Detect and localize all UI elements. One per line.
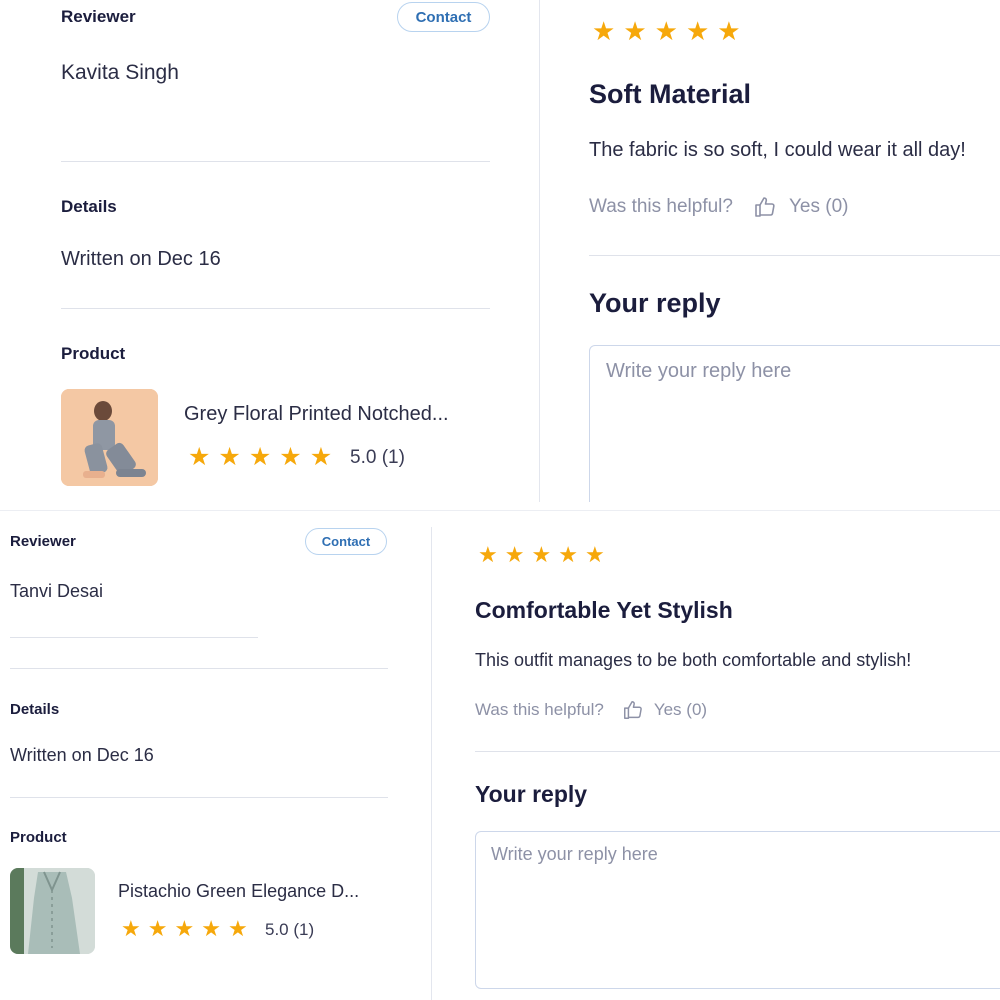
review-body: The fabric is so soft, I could wear it a…	[589, 139, 966, 161]
reviewer-name: Kavita Singh	[61, 61, 179, 84]
product-thumbnail[interactable]	[61, 389, 158, 486]
review-panel: Reviewer Contact Tanvi Desai Details Wri…	[0, 510, 1000, 1000]
divider	[10, 668, 388, 669]
product-image-icon	[10, 868, 95, 954]
helpful-yes-count: Yes (0)	[653, 700, 708, 719]
product-rating-stars: ★ ★ ★ ★ ★	[188, 445, 332, 470]
details-label: Details	[61, 197, 117, 216]
star-icon: ★	[121, 916, 141, 941]
product-rating-stars: ★ ★ ★ ★ ★	[121, 918, 248, 940]
reply-heading: Your reply	[589, 288, 721, 318]
star-icon: ★	[717, 16, 741, 46]
star-icon: ★	[584, 542, 605, 567]
contact-button[interactable]: Contact	[305, 528, 387, 555]
thumbs-up-icon	[753, 195, 777, 219]
star-icon: ★	[188, 443, 211, 471]
star-icon: ★	[504, 542, 525, 567]
divider	[61, 161, 490, 162]
product-rating-text: 5.0 (1)	[350, 447, 405, 468]
star-icon: ★	[174, 916, 195, 941]
product-name[interactable]: Grey Floral Printed Notched...	[184, 403, 494, 426]
product-image-icon	[61, 389, 158, 486]
written-date: Written on Dec 16	[61, 248, 221, 270]
star-icon: ★	[623, 16, 647, 46]
reply-textarea[interactable]: Write your reply here	[589, 345, 1000, 502]
helpful-label: Was this helpful?	[589, 196, 733, 217]
product-label: Product	[10, 829, 67, 846]
product-thumbnail[interactable]	[10, 868, 95, 954]
column-divider	[539, 0, 540, 502]
divider	[61, 308, 490, 309]
star-icon: ★	[592, 16, 616, 46]
helpful-yes-button[interactable]: Yes (0)	[753, 195, 849, 219]
divider	[10, 797, 388, 798]
star-icon: ★	[654, 16, 678, 46]
reply-textarea[interactable]: Write your reply here	[475, 831, 1000, 989]
star-icon: ★	[279, 443, 302, 471]
star-icon: ★	[478, 542, 498, 567]
helpful-row: Was this helpful? Yes (0)	[475, 699, 707, 721]
reply-heading: Your reply	[475, 781, 588, 807]
reviewer-label: Reviewer	[10, 533, 76, 550]
helpful-row: Was this helpful? Yes (0)	[589, 195, 848, 219]
column-divider	[431, 527, 432, 1000]
thumbs-up-icon	[622, 699, 644, 721]
details-label: Details	[10, 701, 60, 718]
divider	[10, 637, 258, 638]
review-rating-stars: ★ ★ ★ ★ ★	[592, 18, 741, 44]
reviewer-label: Reviewer	[61, 7, 136, 26]
star-icon: ★	[147, 916, 168, 941]
review-title: Soft Material	[589, 79, 752, 109]
star-icon: ★	[309, 443, 333, 471]
star-icon: ★	[685, 16, 710, 46]
review-panel: Reviewer Contact Kavita Singh Details Wr…	[0, 0, 1000, 502]
star-icon: ★	[248, 443, 272, 471]
star-icon: ★	[558, 542, 578, 567]
reviewer-name: Tanvi Desai	[10, 581, 104, 601]
review-rating-stars: ★ ★ ★ ★ ★	[478, 544, 605, 566]
review-body: This outfit manages to be both comfortab…	[475, 650, 912, 670]
contact-button[interactable]: Contact	[397, 2, 490, 32]
product-rating-text: 5.0 (1)	[265, 920, 315, 939]
product-name[interactable]: Pistachio Green Elegance D...	[118, 881, 393, 902]
divider	[589, 255, 1000, 256]
star-icon: ★	[201, 916, 221, 941]
divider	[475, 751, 1000, 752]
helpful-yes-button[interactable]: Yes (0)	[622, 699, 707, 721]
written-date: Written on Dec 16	[10, 745, 154, 765]
review-title: Comfortable Yet Stylish	[475, 597, 733, 623]
star-icon: ★	[227, 916, 248, 941]
helpful-yes-count: Yes (0)	[788, 196, 849, 217]
star-icon: ★	[218, 443, 241, 471]
helpful-label: Was this helpful?	[475, 700, 604, 719]
product-label: Product	[61, 344, 126, 363]
star-icon: ★	[531, 542, 552, 567]
